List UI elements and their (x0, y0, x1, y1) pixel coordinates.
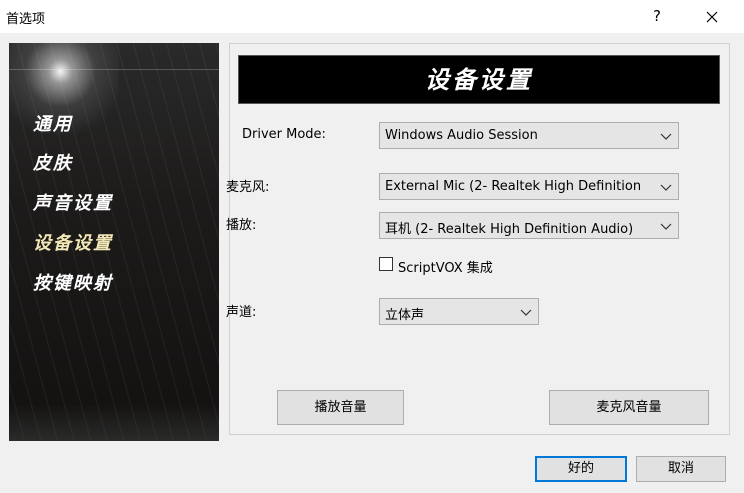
driver-mode-label: Driver Mode: (242, 127, 326, 142)
sidebar-item-sound-settings[interactable]: 声音设置 (33, 189, 113, 215)
help-button[interactable]: ? (643, 0, 671, 33)
playback-value: 耳机 (2- Realtek High Definition Audio) (385, 222, 634, 237)
section-header-title: 设备设置 (425, 65, 533, 94)
title-bar: 首选项 ? (0, 0, 744, 33)
close-icon (706, 11, 718, 23)
driver-mode-value: Windows Audio Session (385, 128, 538, 143)
sidebar-item-general[interactable]: 通用 (33, 110, 73, 136)
sidebar: 通用 皮肤 声音设置 设备设置 按键映射 (9, 43, 219, 441)
sidebar-item-key-mapping[interactable]: 按键映射 (33, 269, 113, 295)
section-header: 设备设置 (238, 55, 720, 104)
channel-select[interactable]: 立体声 (379, 298, 539, 325)
chevron-down-icon (660, 223, 672, 230)
ok-button[interactable]: 好的 (535, 456, 627, 482)
playback-label: 播放: (226, 218, 257, 233)
channel-value: 立体声 (385, 308, 425, 323)
scriptvox-checkbox[interactable] (379, 257, 393, 271)
scriptvox-label[interactable]: ScriptVOX 集成 (398, 257, 493, 276)
microphone-label: 麦克风: (226, 180, 270, 195)
chevron-down-icon (660, 133, 672, 140)
playback-select[interactable]: 耳机 (2- Realtek High Definition Audio) (379, 212, 679, 239)
cancel-button[interactable]: 取消 (636, 456, 726, 482)
window-title: 首选项 (6, 12, 46, 27)
chevron-down-icon (520, 309, 532, 316)
sidebar-bottom-band (9, 403, 219, 441)
sidebar-item-skin[interactable]: 皮肤 (33, 149, 73, 175)
microphone-select[interactable]: External Mic (2- Realtek High Definition (379, 173, 679, 200)
driver-mode-select[interactable]: Windows Audio Session (379, 122, 679, 149)
close-button[interactable] (692, 0, 732, 33)
sidebar-item-device-settings[interactable]: 设备设置 (33, 229, 113, 255)
chevron-down-icon (660, 184, 672, 191)
channel-label: 声道: (226, 305, 257, 320)
playback-volume-button[interactable]: 播放音量 (277, 390, 404, 425)
mic-volume-button[interactable]: 麦克风音量 (549, 390, 709, 425)
microphone-value: External Mic (2- Realtek High Definition (385, 179, 642, 194)
